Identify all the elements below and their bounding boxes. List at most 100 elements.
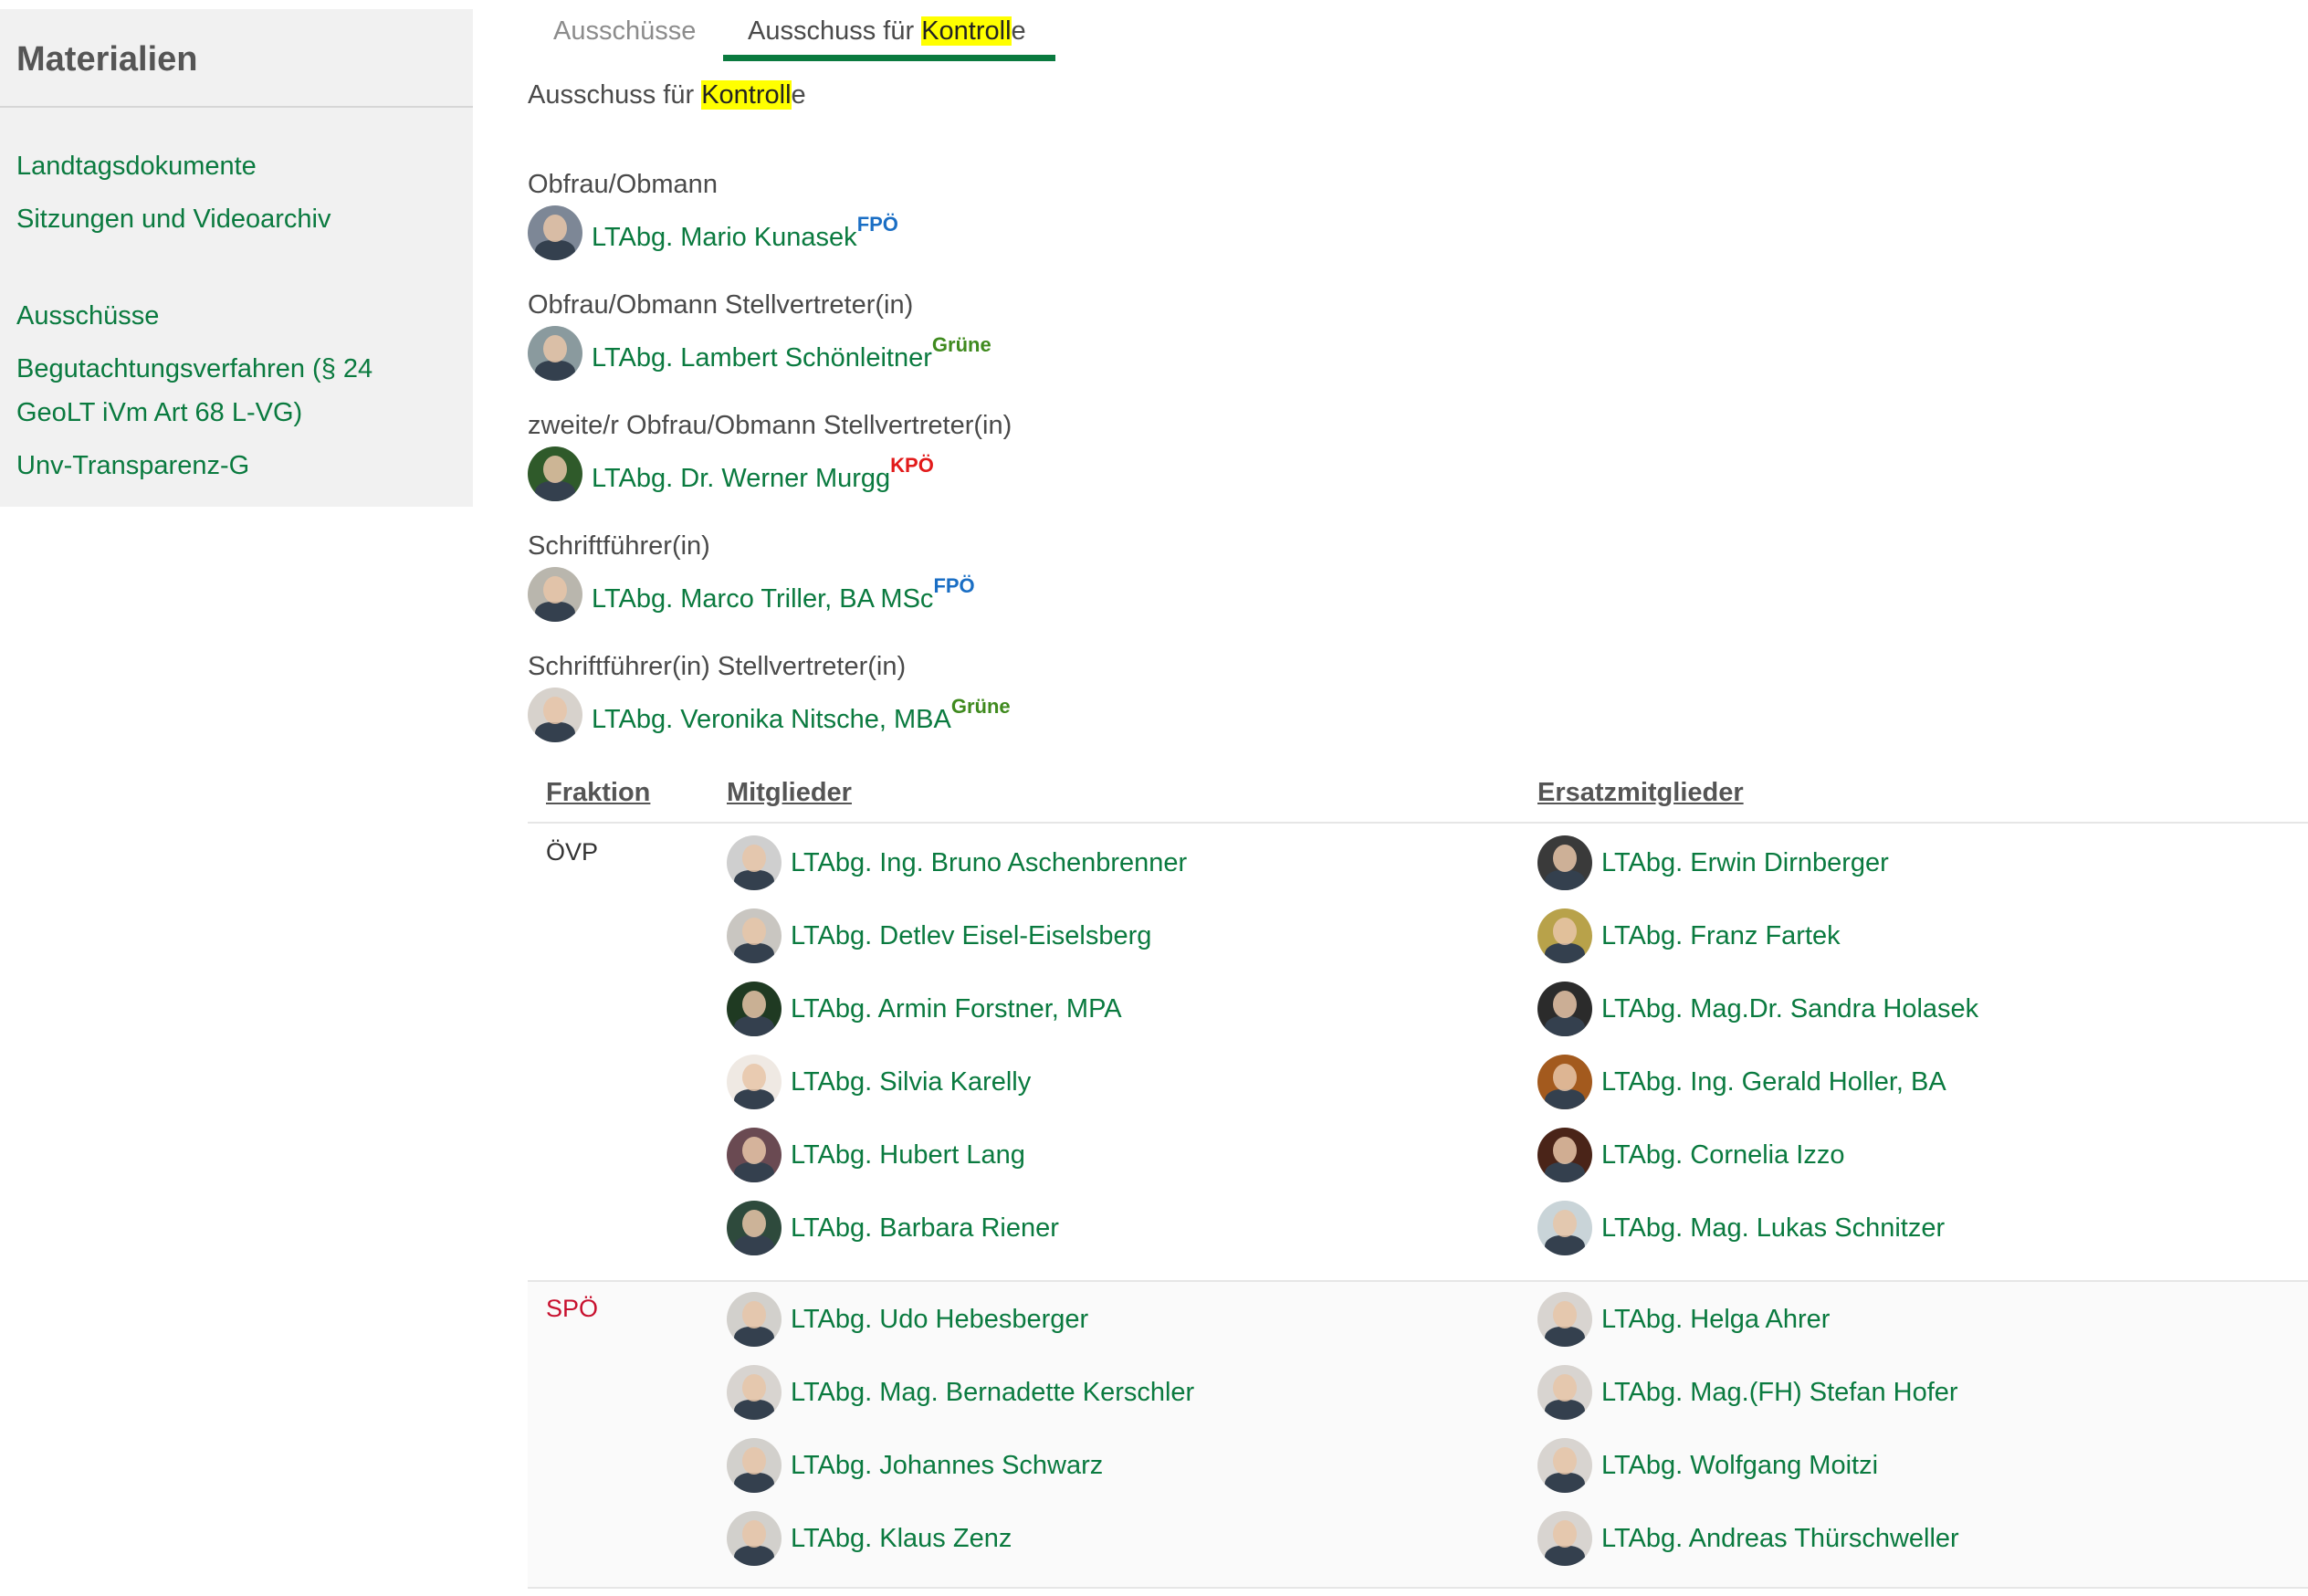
person-name: LTAbg. Marco Triller, BA MSc: [592, 584, 934, 614]
person-link[interactable]: LTAbg. Lambert SchönleitnerGrüne: [592, 333, 991, 373]
person-link[interactable]: LTAbg. Wolfgang Moitzi: [1601, 1451, 1878, 1481]
active-tab-indicator: [723, 55, 1055, 61]
substitute-item[interactable]: LTAbg. Mag.Dr. Sandra Holasek: [1537, 981, 1978, 1037]
avatar: [1537, 1365, 1592, 1420]
member-item[interactable]: LTAbg. Mag. Bernadette Kerschler: [727, 1364, 1194, 1421]
avatar: [727, 1365, 782, 1420]
sidebar: Materialien Landtagsdokumente Sitzungen …: [0, 9, 473, 507]
member-item[interactable]: LTAbg. Johannes Schwarz: [727, 1437, 1103, 1494]
fraktion-label: SPÖ: [546, 1295, 599, 1322]
sidebar-link-landtagsdokumente[interactable]: Landtagsdokumente: [0, 144, 473, 188]
person-link[interactable]: LTAbg. Erwin Dirnberger: [1601, 848, 1889, 878]
avatar: [528, 567, 582, 622]
role-person[interactable]: LTAbg. Lambert SchönleitnerGrüne: [528, 325, 991, 382]
substitute-item[interactable]: LTAbg. Mag.(FH) Stefan Hofer: [1537, 1364, 1958, 1421]
substitute-item[interactable]: LTAbg. Mag. Lukas Schnitzer: [1537, 1200, 1945, 1256]
tab-ausschuss-kontrolle[interactable]: Ausschuss für Kontrolle: [748, 16, 1026, 58]
person-link[interactable]: LTAbg. Johannes Schwarz: [791, 1451, 1103, 1481]
person-name: LTAbg. Dr. Werner Murgg: [592, 464, 891, 493]
person-link[interactable]: LTAbg. Andreas Thürschweller: [1601, 1524, 1959, 1554]
person-link[interactable]: LTAbg. Ing. Bruno Aschenbrenner: [791, 848, 1187, 878]
avatar: [727, 908, 782, 963]
member-item[interactable]: LTAbg. Hubert Lang: [727, 1127, 1025, 1183]
search-highlight: Kontroll: [701, 80, 792, 110]
person-link[interactable]: LTAbg. Mag. Bernadette Kerschler: [791, 1378, 1194, 1408]
search-highlight: Kontroll: [921, 16, 1012, 46]
page-title-suffix: e: [791, 80, 806, 110]
sidebar-link-unv-transparenz[interactable]: Unv-Transparenz-G: [0, 444, 473, 488]
person-link[interactable]: LTAbg. Veronika Nitsche, MBAGrüne: [592, 695, 1011, 735]
avatar: [1537, 1511, 1592, 1566]
member-item[interactable]: LTAbg. Klaus Zenz: [727, 1510, 1012, 1567]
person-link[interactable]: LTAbg. Udo Hebesberger: [791, 1305, 1088, 1335]
person-link[interactable]: LTAbg. Mag. Lukas Schnitzer: [1601, 1213, 1945, 1244]
substitute-item[interactable]: LTAbg. Cornelia Izzo: [1537, 1127, 1845, 1183]
member-item[interactable]: LTAbg. Detlev Eisel-Eiselsberg: [727, 908, 1151, 964]
role-person[interactable]: LTAbg. Dr. Werner MurggKPÖ: [528, 446, 934, 502]
column-header-fraktion[interactable]: Fraktion: [546, 778, 650, 808]
tab-ausschuss-kontrolle-prefix: Ausschuss für: [748, 16, 922, 46]
person-link[interactable]: LTAbg. Hubert Lang: [791, 1140, 1025, 1171]
person-link[interactable]: LTAbg. Helga Ahrer: [1601, 1305, 1830, 1335]
tab-ausschuesse[interactable]: Ausschüsse: [553, 16, 696, 58]
person-link[interactable]: LTAbg. Cornelia Izzo: [1601, 1140, 1845, 1171]
substitute-item[interactable]: LTAbg. Ing. Gerald Holler, BA: [1537, 1054, 1946, 1110]
avatar: [727, 982, 782, 1036]
substitute-item[interactable]: LTAbg. Wolfgang Moitzi: [1537, 1437, 1878, 1494]
avatar: [1537, 835, 1592, 890]
member-item[interactable]: LTAbg. Ing. Bruno Aschenbrenner: [727, 835, 1187, 891]
person-link[interactable]: LTAbg. Klaus Zenz: [791, 1524, 1012, 1554]
person-link[interactable]: LTAbg. Silvia Karelly: [791, 1067, 1031, 1097]
avatar: [528, 688, 582, 742]
role-person[interactable]: LTAbg. Mario KunasekFPÖ: [528, 205, 898, 261]
substitute-item[interactable]: LTAbg. Erwin Dirnberger: [1537, 835, 1889, 891]
column-header-mitglieder[interactable]: Mitglieder: [727, 778, 852, 808]
avatar: [1537, 1055, 1592, 1109]
role-person[interactable]: LTAbg. Veronika Nitsche, MBAGrüne: [528, 687, 1011, 743]
main-content: Ausschüsse Ausschuss für Kontrolle Aussc…: [528, 0, 2308, 1589]
page-title: Ausschuss für Kontrolle: [528, 80, 806, 110]
avatar: [1537, 1438, 1592, 1493]
person-link[interactable]: LTAbg. Mag.Dr. Sandra Holasek: [1601, 994, 1978, 1024]
role-label: Schriftführer(in): [528, 531, 710, 561]
person-link[interactable]: LTAbg. Armin Forstner, MPA: [791, 994, 1122, 1024]
member-item[interactable]: LTAbg. Udo Hebesberger: [727, 1291, 1088, 1348]
sidebar-title: Materialien: [0, 9, 473, 108]
sidebar-link-begutachtungsverfahren-cont[interactable]: GeoLT iVm Art 68 L-VG): [0, 391, 473, 435]
avatar: [727, 1201, 782, 1255]
person-link[interactable]: LTAbg. Dr. Werner MurggKPÖ: [592, 454, 934, 494]
party-badge: Grüne: [950, 695, 1011, 718]
member-item[interactable]: LTAbg. Silvia Karelly: [727, 1054, 1031, 1110]
person-link[interactable]: LTAbg. Mario KunasekFPÖ: [592, 213, 898, 253]
fraktion-group: SPÖ LTAbg. Udo Hebesberger LTAbg. Mag. Ber…: [528, 1280, 2308, 1589]
avatar: [528, 326, 582, 381]
person-link[interactable]: LTAbg. Marco Triller, BA MScFPÖ: [592, 574, 975, 614]
member-item[interactable]: LTAbg. Barbara Riener: [727, 1200, 1059, 1256]
person-link[interactable]: LTAbg. Franz Fartek: [1601, 921, 1841, 951]
avatar: [727, 1438, 782, 1493]
sidebar-link-begutachtungsverfahren[interactable]: Begutachtungsverfahren (§ 24: [0, 347, 473, 391]
role-label: Obfrau/Obmann: [528, 170, 718, 199]
avatar: [727, 1055, 782, 1109]
role-label: Schriftführer(in) Stellvertreter(in): [528, 652, 907, 681]
person-link[interactable]: LTAbg. Barbara Riener: [791, 1213, 1059, 1244]
substitute-item[interactable]: LTAbg. Franz Fartek: [1537, 908, 1841, 964]
role-label: Obfrau/Obmann Stellvertreter(in): [528, 290, 914, 320]
tab-bar: Ausschüsse Ausschuss für Kontrolle: [528, 0, 2308, 62]
role-label: zweite/r Obfrau/Obmann Stellvertreter(in…: [528, 411, 1012, 440]
substitute-item[interactable]: LTAbg. Helga Ahrer: [1537, 1291, 1830, 1348]
member-item[interactable]: LTAbg. Armin Forstner, MPA: [727, 981, 1122, 1037]
substitute-item[interactable]: LTAbg. Andreas Thürschweller: [1537, 1510, 1959, 1567]
person-link[interactable]: LTAbg. Detlev Eisel-Eiselsberg: [791, 921, 1151, 951]
avatar: [1537, 1128, 1592, 1182]
person-link[interactable]: LTAbg. Mag.(FH) Stefan Hofer: [1601, 1378, 1958, 1408]
party-badge: KPÖ: [890, 454, 934, 477]
role-person[interactable]: LTAbg. Marco Triller, BA MScFPÖ: [528, 566, 975, 623]
fraktion-group: ÖVP LTAbg. Ing. Bruno Aschenbrenner LTAbg.…: [528, 825, 2308, 1280]
avatar: [727, 1511, 782, 1566]
person-link[interactable]: LTAbg. Ing. Gerald Holler, BA: [1601, 1067, 1946, 1097]
column-header-ersatzmitglieder[interactable]: Ersatzmitglieder: [1537, 778, 1744, 808]
sidebar-link-ausschuesse[interactable]: Ausschüsse: [0, 294, 473, 338]
avatar: [727, 1128, 782, 1182]
sidebar-link-sitzungen[interactable]: Sitzungen und Videoarchiv: [0, 197, 473, 241]
